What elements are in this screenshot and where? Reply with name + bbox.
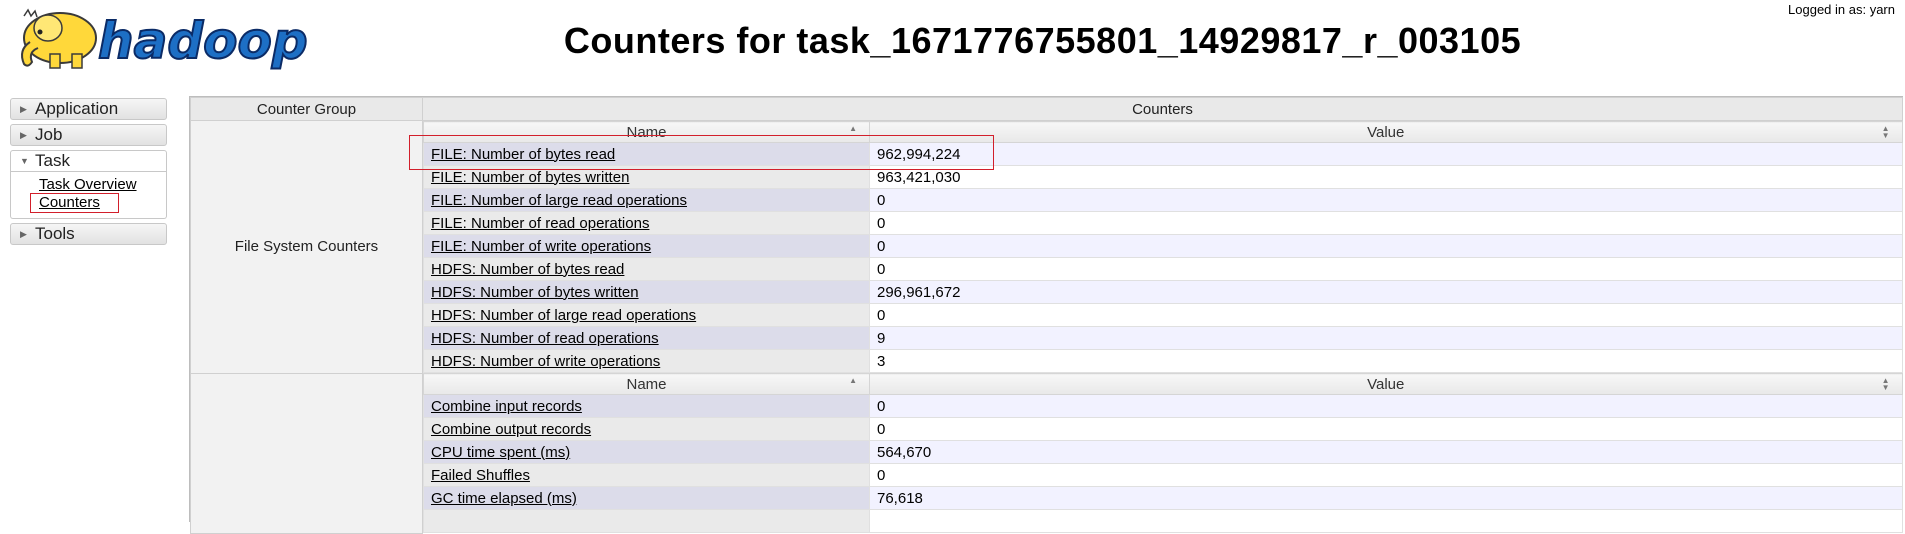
name-column-header[interactable]: Name ▲ — [423, 121, 870, 143]
counters-header: Counters — [422, 97, 1903, 121]
task-overview-link[interactable]: Task Overview — [39, 176, 137, 194]
triangle-down-icon: ▼ — [20, 156, 29, 166]
value-column-header[interactable]: Value ▲ ▼ — [869, 121, 1903, 143]
counter-name-link[interactable]: Failed Shuffles — [431, 467, 530, 484]
triangle-right-icon: ▶ — [20, 130, 27, 140]
counter-name-link[interactable]: HDFS: Number of bytes written — [431, 284, 639, 301]
table-row — [423, 509, 1903, 533]
table-row: HDFS: Number of bytes written 296,961,672 — [423, 280, 1903, 304]
counters-link[interactable]: Counters — [30, 193, 119, 213]
triangle-right-icon: ▶ — [20, 104, 27, 114]
counter-value: 0 — [869, 417, 1903, 441]
sort-asc-icon: ▲ — [849, 376, 857, 385]
table-row: FILE: Number of bytes read 962,994,224 — [423, 142, 1903, 166]
counter-name-link[interactable]: CPU time spent (ms) — [431, 444, 570, 461]
sidebar-item-job[interactable]: ▶ Job — [10, 124, 167, 146]
counter-value: 962,994,224 — [869, 142, 1903, 166]
table-row: GC time elapsed (ms) 76,618 — [423, 486, 1903, 510]
counter-value: 0 — [869, 188, 1903, 212]
table-row: HDFS: Number of read operations 9 — [423, 326, 1903, 350]
sidebar: ▶ Application ▶ Job ▼ Task Task Overview… — [10, 98, 167, 249]
page-title: Counters for task_1671776755801_14929817… — [563, 20, 1522, 61]
table-row: FILE: Number of bytes written 963,421,030 — [423, 165, 1903, 189]
counters-table-container: Counter Group Counters File System Count… — [189, 96, 1903, 534]
login-status: Logged in as: yarn — [1788, 2, 1895, 17]
counters-table: Counter Group Counters File System Count… — [190, 97, 1903, 534]
counter-group-header: Counter Group — [190, 97, 423, 121]
sidebar-item-application[interactable]: ▶ Application — [10, 98, 167, 120]
sort-both-icon: ▲ ▼ — [1881, 376, 1890, 392]
counter-name-link[interactable]: HDFS: Number of large read operations — [431, 307, 696, 324]
table-row: FILE: Number of read operations 0 — [423, 211, 1903, 235]
counter-value: 0 — [869, 257, 1903, 281]
counter-name-link[interactable]: FILE: Number of large read operations — [431, 192, 687, 209]
counter-name-link[interactable]: GC time elapsed (ms) — [431, 490, 577, 507]
counter-name-link[interactable]: HDFS: Number of write operations — [431, 353, 660, 370]
name-column-header[interactable]: Name ▲ — [423, 373, 870, 395]
counter-value: 0 — [869, 234, 1903, 258]
sort-asc-icon: ▲ — [849, 124, 857, 133]
counter-value: 0 — [869, 463, 1903, 487]
sidebar-item-task[interactable]: ▼ Task — [10, 150, 167, 172]
counter-name-link[interactable]: HDFS: Number of read operations — [431, 330, 659, 347]
task-submenu: Task Overview Counters — [10, 172, 167, 219]
counter-name-link[interactable]: FILE: Number of read operations — [431, 215, 649, 232]
counter-value: 0 — [869, 394, 1903, 418]
sort-both-icon: ▲ ▼ — [1881, 124, 1890, 140]
table-row: HDFS: Number of bytes read 0 — [423, 257, 1903, 281]
group-counters-table: Name ▲ Value ▲ ▼ Combine input records 0 Com… — [423, 373, 1903, 533]
counter-name-link[interactable]: Combine output records — [431, 421, 591, 438]
counter-value: 0 — [869, 303, 1903, 327]
table-row: HDFS: Number of large read operations 0 — [423, 303, 1903, 327]
counter-value: 9 — [869, 326, 1903, 350]
counter-name-link[interactable]: HDFS: Number of bytes read — [431, 261, 624, 278]
counter-value: 3 — [869, 349, 1903, 373]
counter-value: 564,670 — [869, 440, 1903, 464]
table-row: Failed Shuffles 0 — [423, 463, 1903, 487]
table-row: FILE: Number of write operations 0 — [423, 234, 1903, 258]
counter-value: 0 — [869, 211, 1903, 235]
counter-name-link[interactable]: Combine input records — [431, 398, 582, 415]
counter-value — [869, 509, 1903, 533]
counter-value: 296,961,672 — [869, 280, 1903, 304]
group-task-counters — [190, 372, 423, 534]
counter-value: 76,618 — [869, 486, 1903, 510]
table-row: HDFS: Number of write operations 3 — [423, 349, 1903, 373]
value-column-header[interactable]: Value ▲ ▼ — [869, 373, 1903, 395]
table-row: FILE: Number of large read operations 0 — [423, 188, 1903, 212]
table-row: Combine input records 0 — [423, 394, 1903, 418]
group-counters-table: Name ▲ Value ▲ ▼ FILE: Number of bytes read… — [423, 121, 1903, 373]
counter-name-link[interactable]: FILE: Number of bytes read — [431, 146, 615, 163]
counter-name-link[interactable]: FILE: Number of write operations — [431, 238, 651, 255]
group-file-system-counters: File System Counters — [190, 120, 423, 374]
counter-value: 963,421,030 — [869, 165, 1903, 189]
table-row: CPU time spent (ms) 564,670 — [423, 440, 1903, 464]
table-row: Combine output records 0 — [423, 417, 1903, 441]
counter-name-link[interactable]: FILE: Number of bytes written — [431, 169, 629, 186]
sidebar-item-tools[interactable]: ▶ Tools — [10, 223, 167, 245]
triangle-right-icon: ▶ — [20, 229, 27, 239]
